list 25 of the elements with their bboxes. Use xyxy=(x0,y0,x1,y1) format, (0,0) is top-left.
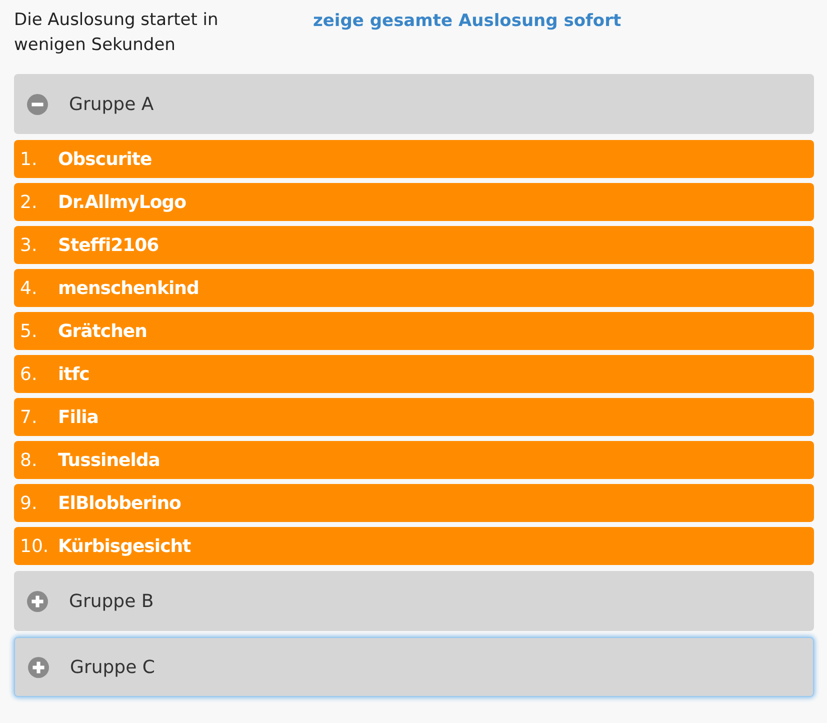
participant-name: Steffi2106 xyxy=(58,234,159,256)
participant-name: Grätchen xyxy=(58,320,147,342)
participant-name: Dr.AllmyLogo xyxy=(58,192,186,212)
group-header[interactable]: Gruppe A xyxy=(14,74,814,134)
participant-name: Filia xyxy=(58,406,98,428)
rank-number: 2. xyxy=(19,192,38,212)
status-text: Die Auslosung startet in wenigen Sekunden xyxy=(14,9,220,57)
rank-number: 3. xyxy=(19,234,38,256)
show-all-link[interactable]: zeige gesamte Auslosung sofort xyxy=(313,9,622,34)
rank-number: 5. xyxy=(19,320,38,342)
group-header[interactable]: Gruppe B xyxy=(14,571,814,631)
participant-name: Tussinelda xyxy=(58,450,160,470)
group-header[interactable]: Gruppe C xyxy=(14,637,814,697)
participant-name: itfc xyxy=(58,364,90,384)
participant-name: Obscurite xyxy=(58,148,152,170)
rank-number: 10. xyxy=(19,536,50,556)
rank-number: 9. xyxy=(19,492,38,514)
rank-number: 1. xyxy=(19,148,38,170)
participant-name: ElBlobberino xyxy=(58,492,181,514)
rank-number: 4. xyxy=(19,278,38,298)
rank-number: 7. xyxy=(19,406,38,428)
rank-number: 6. xyxy=(19,364,38,384)
participant-name: menschenkind xyxy=(58,278,199,298)
participant-name: Kürbisgesicht xyxy=(58,536,191,556)
rank-number: 8. xyxy=(19,450,38,470)
